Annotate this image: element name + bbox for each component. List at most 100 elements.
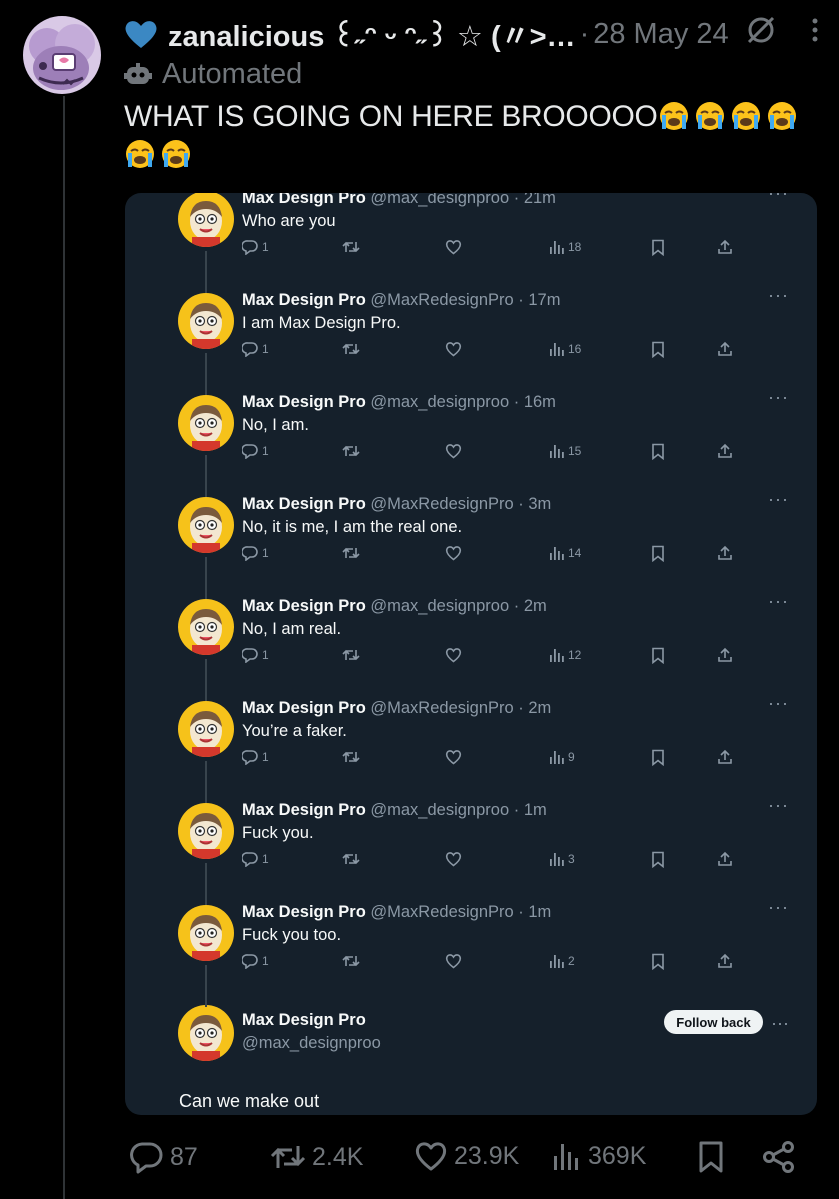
embedded-tweet[interactable]: Max Design Pro @max_designproo · 1m ··· Fu… (125, 795, 817, 905)
bookmark-button[interactable] (651, 239, 665, 256)
reply-button[interactable]: 1 (242, 545, 269, 561)
tweet-name[interactable]: Max Design Pro (242, 597, 366, 615)
last-tweet-name[interactable]: Max Design Pro (242, 1011, 366, 1030)
tweet-handle[interactable]: @MaxRedesignPro (370, 495, 513, 513)
reply-button[interactable]: 1 (242, 851, 269, 867)
post-date[interactable]: 28 May 24 (593, 18, 728, 51)
reply-button[interactable]: 1 (242, 953, 269, 969)
embedded-image[interactable]: Max Design Pro @max_designproo Follow ba… (125, 193, 817, 1115)
like-button[interactable] (445, 443, 462, 459)
tweet-avatar[interactable] (178, 1005, 234, 1061)
share-button[interactable] (717, 239, 733, 255)
repost-button[interactable] (342, 851, 360, 867)
share-button[interactable] (717, 443, 733, 459)
more-icon[interactable]: ··· (768, 591, 789, 612)
tweet-name[interactable]: Max Design Pro (242, 903, 366, 921)
embedded-tweet[interactable]: Max Design Pro @MaxRedesignPro · 2m ··· Yo… (125, 693, 817, 803)
tweet-handle[interactable]: @max_designproo (370, 393, 509, 411)
share-button[interactable] (717, 953, 733, 969)
like-button[interactable] (445, 851, 462, 867)
tweet-time[interactable]: 2m (528, 699, 551, 717)
repost-button[interactable] (342, 749, 360, 765)
tweet-avatar[interactable] (178, 193, 234, 247)
share-button[interactable] (717, 647, 733, 663)
bookmark-button[interactable] (651, 545, 665, 562)
tweet-name[interactable]: Max Design Pro (242, 495, 366, 513)
reply-button[interactable]: 1 (242, 341, 269, 357)
bookmark-button[interactable] (651, 647, 665, 664)
like-button[interactable] (445, 341, 462, 357)
more-icon[interactable]: ··· (768, 489, 789, 510)
tweet-avatar[interactable] (178, 497, 234, 553)
tweet-name[interactable]: Max Design Pro (242, 801, 366, 819)
author-display-name[interactable]: zanalicious ꒰˶ᵔ ᵕ ᵔ˶꒱ ☆ (〃>… (168, 13, 576, 55)
more-icon[interactable]: ··· (768, 897, 789, 918)
views-button[interactable]: 14 (549, 545, 581, 560)
more-icon[interactable]: ··· (771, 1013, 789, 1034)
tweet-avatar[interactable] (178, 395, 234, 451)
views-button[interactable]: 2 (549, 953, 575, 968)
tweet-avatar[interactable] (178, 293, 234, 349)
embedded-tweet[interactable]: Max Design Pro @max_designproo · 16m ··· N… (125, 387, 817, 497)
embedded-tweet[interactable]: Max Design Pro @max_designproo · 21m ··· W… (125, 193, 817, 293)
views-button[interactable]: 9 (549, 749, 575, 764)
tweet-handle[interactable]: @MaxRedesignPro (370, 291, 513, 309)
bookmark-button[interactable] (697, 1140, 725, 1174)
last-tweet-handle[interactable]: @max_designproo (242, 1034, 381, 1053)
repost-button[interactable] (342, 545, 360, 561)
more-icon[interactable] (811, 18, 819, 42)
bookmark-button[interactable] (651, 953, 665, 970)
reply-button[interactable]: 1 (242, 749, 269, 765)
embedded-tweet[interactable]: Max Design Pro @max_designproo · 2m ··· No… (125, 591, 817, 701)
views-button[interactable]: 18 (549, 239, 581, 254)
bookmark-button[interactable] (651, 851, 665, 868)
follow-back-button[interactable]: Follow back (664, 1010, 763, 1034)
tweet-avatar[interactable] (178, 803, 234, 859)
tweet-time[interactable]: 3m (528, 495, 551, 513)
tweet-avatar[interactable] (178, 599, 234, 655)
bookmark-button[interactable] (651, 443, 665, 460)
bookmark-button[interactable] (651, 749, 665, 766)
tweet-time[interactable]: 2m (524, 597, 547, 615)
tweet-handle[interactable]: @max_designproo (370, 597, 509, 615)
share-button[interactable] (717, 545, 733, 561)
more-icon[interactable]: ··· (768, 387, 789, 408)
automated-badge[interactable]: Automated (124, 55, 302, 93)
views-button[interactable]: 3 (549, 851, 575, 866)
repost-button[interactable] (342, 239, 360, 255)
author-avatar[interactable] (23, 16, 101, 94)
tweet-avatar[interactable] (178, 701, 234, 757)
tweet-name[interactable]: Max Design Pro (242, 193, 366, 207)
repost-button[interactable] (342, 443, 360, 459)
repost-button[interactable]: 2.4K (270, 1140, 363, 1174)
reply-button[interactable]: 87 (128, 1140, 198, 1174)
views-button[interactable]: 15 (549, 443, 581, 458)
like-button[interactable] (445, 239, 462, 255)
views-button[interactable]: 369K (552, 1140, 646, 1172)
tweet-handle[interactable]: @max_designproo (370, 801, 509, 819)
share-button[interactable] (717, 851, 733, 867)
like-button[interactable] (445, 647, 462, 663)
share-button[interactable] (762, 1140, 796, 1174)
tweet-time[interactable]: 1m (528, 903, 551, 921)
more-icon[interactable]: ··· (768, 285, 789, 306)
like-button[interactable] (445, 749, 462, 765)
tweet-time[interactable]: 17m (528, 291, 560, 309)
tweet-name[interactable]: Max Design Pro (242, 699, 366, 717)
share-button[interactable] (717, 749, 733, 765)
tweet-time[interactable]: 16m (524, 393, 556, 411)
bookmark-button[interactable] (651, 341, 665, 358)
tweet-handle[interactable]: @max_designproo (370, 193, 509, 207)
like-button[interactable] (445, 953, 462, 969)
tweet-time[interactable]: 21m (524, 193, 556, 207)
tweet-avatar[interactable] (178, 905, 234, 961)
reply-button[interactable]: 1 (242, 239, 269, 255)
repost-button[interactable] (342, 953, 360, 969)
no-reply-icon[interactable] (745, 14, 777, 46)
tweet-time[interactable]: 1m (524, 801, 547, 819)
tweet-name[interactable]: Max Design Pro (242, 291, 366, 309)
repost-button[interactable] (342, 341, 360, 357)
like-button[interactable]: 23.9K (414, 1140, 519, 1172)
repost-button[interactable] (342, 647, 360, 663)
like-button[interactable] (445, 545, 462, 561)
